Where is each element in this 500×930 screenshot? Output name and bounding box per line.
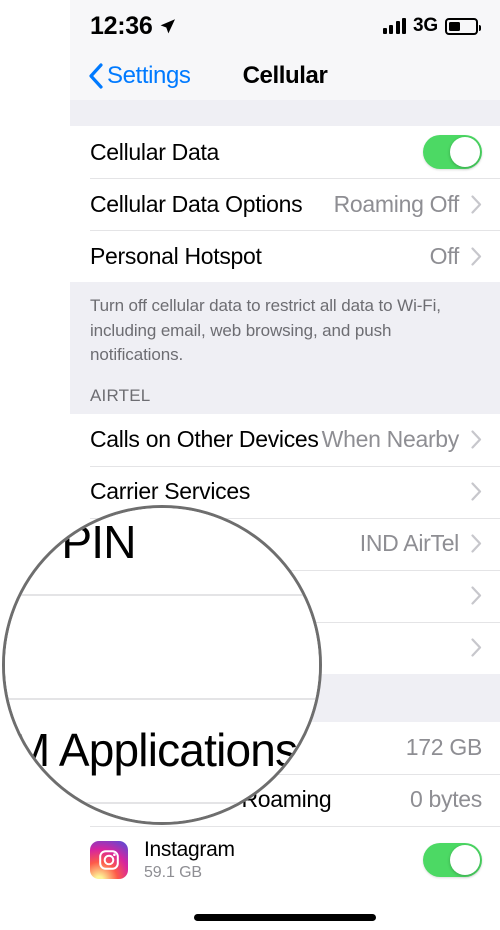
top-spacer bbox=[70, 100, 500, 126]
magnified-row-sim-pin[interactable]: SIM PIN bbox=[2, 508, 319, 594]
row-right bbox=[471, 586, 482, 606]
row-right: Off bbox=[430, 243, 482, 270]
location-arrow-icon bbox=[161, 18, 176, 33]
status-bar-left: 12:36 bbox=[90, 12, 176, 41]
magnified-row-sim-applications[interactable]: SIM Applications bbox=[2, 698, 319, 802]
chevron-right-icon bbox=[471, 586, 482, 606]
app-texts: Instagram 59.1 GB bbox=[144, 838, 235, 882]
row-label: Personal Hotspot bbox=[90, 242, 262, 269]
row-cellular-data[interactable]: Cellular Data bbox=[70, 126, 500, 178]
row-value: Roaming Off bbox=[333, 190, 460, 217]
row-value: IND AirTel bbox=[359, 530, 460, 557]
cellular-data-group: Cellular Data Cellular Data Options Roam… bbox=[70, 126, 500, 282]
status-time: 12:36 bbox=[90, 11, 153, 40]
back-button[interactable]: Settings bbox=[88, 62, 191, 90]
chevron-right-icon bbox=[471, 430, 482, 450]
app-name: Instagram bbox=[144, 837, 235, 861]
magnified-row-blank[interactable] bbox=[5, 594, 319, 698]
app-left: Instagram 59.1 GB bbox=[90, 838, 235, 882]
instagram-toggle[interactable] bbox=[423, 842, 482, 877]
chevron-right-icon bbox=[471, 638, 482, 658]
instagram-icon bbox=[90, 840, 128, 879]
chevron-right-icon bbox=[471, 534, 482, 554]
home-indicator bbox=[194, 914, 376, 921]
chevron-right-icon bbox=[471, 482, 482, 502]
app-size: 59.1 GB bbox=[144, 863, 203, 881]
row-label: SIM Applications bbox=[2, 724, 298, 776]
magnified-row-blank-2[interactable] bbox=[5, 802, 319, 822]
back-button-label: Settings bbox=[107, 62, 191, 89]
magnifier-circle: SIM PIN SIM Applications CELLULAR DATA bbox=[2, 505, 322, 825]
chevron-left-icon bbox=[89, 63, 103, 89]
row-right: Roaming Off bbox=[334, 191, 482, 218]
row-label: SIM PIN bbox=[2, 516, 136, 568]
row-label: Calls on Other Devices bbox=[90, 426, 319, 453]
row-value: 0 bytes bbox=[409, 786, 482, 813]
row-personal-hotspot[interactable]: Personal Hotspot Off bbox=[70, 230, 500, 282]
carrier-section-header: AIRTEL bbox=[70, 371, 500, 414]
row-calls-on-other-devices[interactable]: Calls on Other Devices When Nearby bbox=[70, 413, 500, 466]
network-type-label: 3G bbox=[413, 15, 438, 36]
row-value: When Nearby bbox=[321, 426, 460, 453]
status-bar: 12:36 3G bbox=[70, 0, 500, 52]
status-bar-right: 3G bbox=[382, 15, 481, 37]
magnifier-content: SIM PIN SIM Applications CELLULAR DATA bbox=[2, 508, 319, 822]
row-right bbox=[471, 482, 482, 502]
chevron-right-icon bbox=[471, 194, 482, 214]
cellular-data-toggle[interactable] bbox=[423, 135, 482, 169]
row-label: Carrier Services bbox=[90, 478, 251, 505]
row-label: Cellular Data Options bbox=[90, 190, 303, 217]
row-app-instagram[interactable]: Instagram 59.1 GB bbox=[70, 825, 500, 894]
row-right: IND AirTel bbox=[360, 530, 482, 557]
navigation-bar: Settings Cellular bbox=[70, 52, 500, 100]
row-cellular-data-options[interactable]: Cellular Data Options Roaming Off bbox=[70, 178, 500, 230]
row-value: 172 GB bbox=[405, 734, 483, 761]
chevron-right-icon bbox=[471, 246, 482, 266]
row-value: Off bbox=[429, 242, 460, 269]
row-right: When Nearby bbox=[322, 426, 482, 453]
row-label: Cellular Data bbox=[90, 138, 220, 165]
signal-bars-icon bbox=[382, 18, 407, 34]
cellular-data-footnote: Turn off cellular data to restrict all d… bbox=[70, 282, 500, 372]
row-right bbox=[471, 638, 482, 658]
battery-icon bbox=[445, 17, 481, 35]
